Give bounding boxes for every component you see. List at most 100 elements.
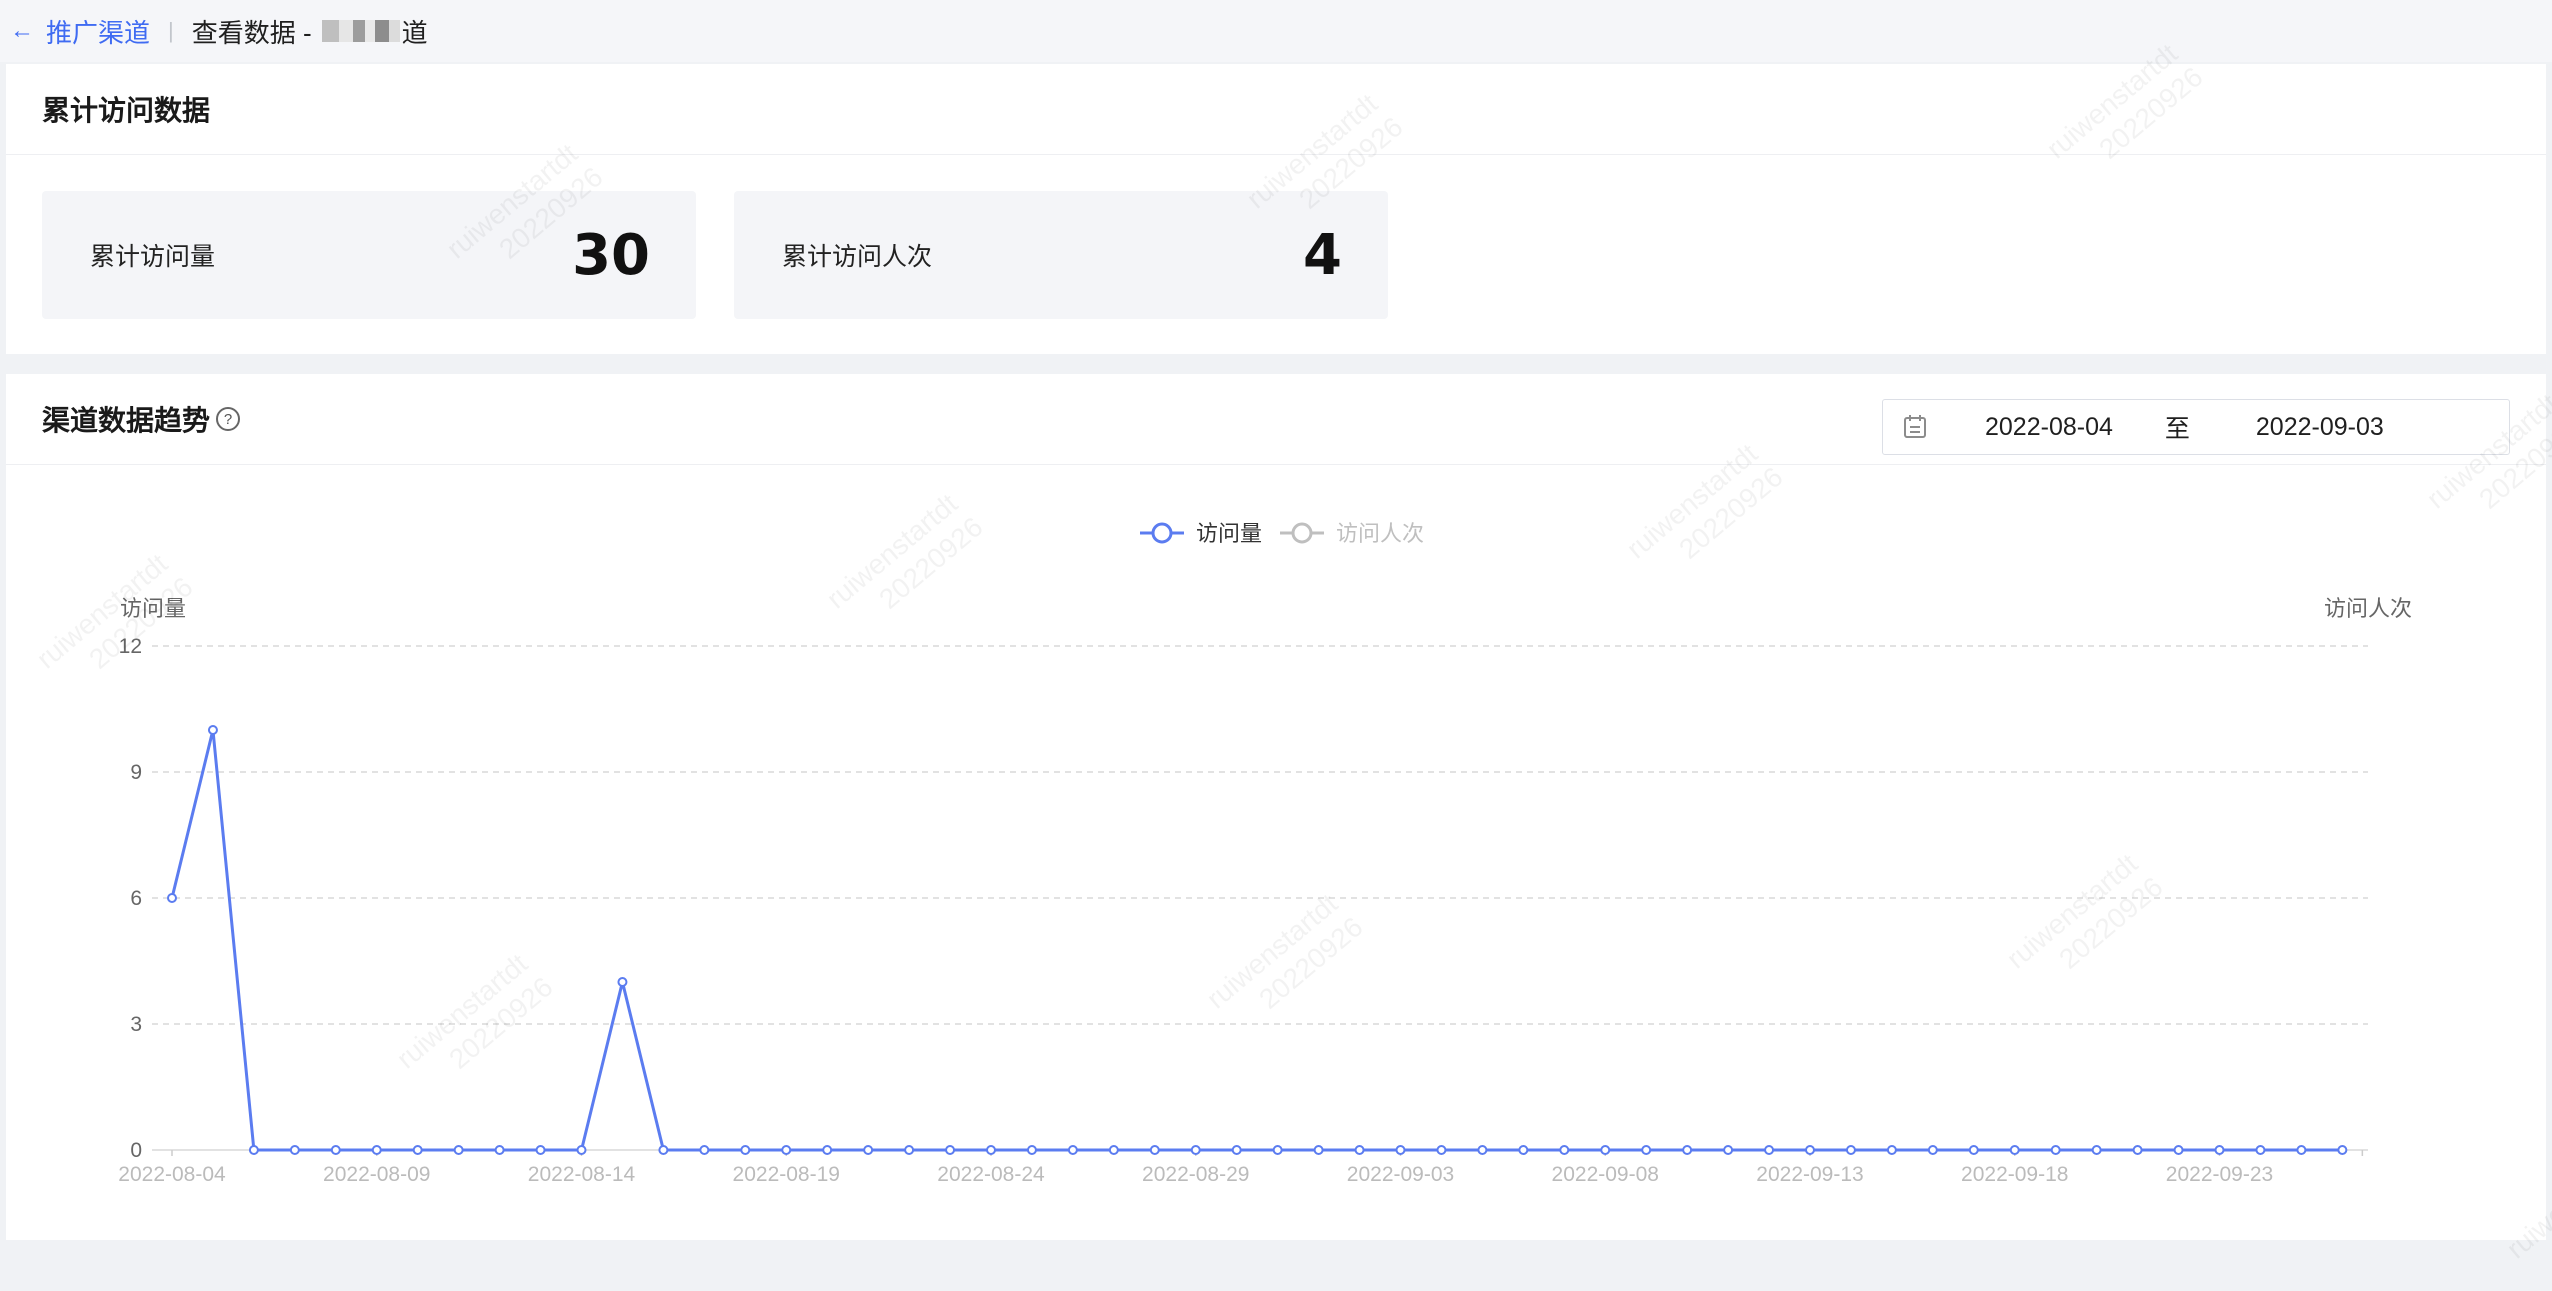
data-point: [2296, 1145, 2307, 1155]
data-point: [2050, 1145, 2061, 1155]
x-tick-label: 2022-08-09: [323, 1163, 430, 1186]
x-tick-label: 2022-09-08: [1552, 1163, 1659, 1186]
data-point: [330, 1145, 341, 1155]
y-axis-label-left: 访问量: [120, 596, 186, 621]
data-point: [2337, 1145, 2348, 1155]
data-point: [822, 1145, 833, 1155]
data-point: [167, 893, 177, 903]
x-tick-label: 2022-08-14: [528, 1163, 636, 1186]
x-tick-label: 2022-09-23: [2166, 1163, 2273, 1186]
calendar-icon: [1904, 415, 1926, 438]
data-point: [494, 1145, 505, 1155]
x-tick-label: 2022-08-24: [937, 1163, 1045, 1186]
data-point: [1805, 1145, 1815, 1155]
stat-card-total-visitors: 累计访问人次 4: [734, 191, 1388, 319]
data-point: [658, 1145, 669, 1155]
stat-value: 30: [572, 222, 650, 288]
data-point: [2132, 1145, 2143, 1155]
data-point: [535, 1145, 546, 1155]
data-point: [1395, 1145, 1406, 1155]
trend-title: 渠道数据趋势: [42, 405, 211, 436]
y-tick-label: 3: [130, 1013, 142, 1036]
y-tick-label: 9: [130, 761, 142, 784]
data-point: [576, 1145, 587, 1155]
back-link-label: 推广渠道: [46, 17, 151, 48]
x-tick-label: 2022-08-29: [1142, 1163, 1249, 1186]
data-point: [1518, 1145, 1529, 1155]
data-point: [1026, 1145, 1037, 1155]
y-axis-label-right: 访问人次: [2324, 596, 2412, 621]
data-point: [1436, 1145, 1447, 1155]
data-point: [371, 1145, 382, 1155]
redacted-channel-name: [321, 20, 400, 42]
legend-marker: [1291, 522, 1313, 544]
x-tick-label: 2022-09-03: [1347, 1163, 1454, 1186]
data-point: [1559, 1145, 1570, 1155]
data-point: [699, 1145, 710, 1155]
data-point: [1845, 1145, 1856, 1155]
data-point: [904, 1145, 915, 1155]
question-circle-icon[interactable]: ?: [216, 407, 241, 431]
data-point: [1764, 1145, 1775, 1155]
breadcrumb: ← 推广渠道 | 查看数据 - 道: [0, 0, 2552, 62]
data-point: [781, 1145, 792, 1155]
page-title: 查看数据 - 道: [192, 13, 428, 50]
trend-chart: 访问量 访问人次 访问量 访问人次 036912 2022-08-04 2022-0…: [118, 521, 2412, 1186]
data-point: [1723, 1145, 1734, 1155]
stat-value: 4: [1303, 222, 1342, 288]
data-point: [289, 1145, 300, 1155]
data-point: [1190, 1145, 1201, 1155]
breadcrumb-separator: |: [168, 18, 174, 43]
x-tick-label: 2022-09-13: [1756, 1163, 1863, 1186]
legend-item-label: 访问人次: [1336, 521, 1424, 546]
data-point: [863, 1145, 874, 1155]
legend-item-label: 访问量: [1196, 521, 1262, 546]
data-point: [1477, 1145, 1488, 1155]
back-link[interactable]: ← 推广渠道: [10, 13, 150, 50]
x-tick-label: 2022-09-18: [1961, 1163, 2068, 1186]
data-point: [2214, 1145, 2225, 1155]
trend-panel: 渠道数据趋势 ? 2022-08-04 至 2022-09-03 访问量 访问人次…: [6, 374, 2546, 1240]
stat-label: 累计访问量: [90, 243, 216, 271]
data-point: [2173, 1145, 2184, 1155]
data-point: [248, 1145, 259, 1155]
data-point: [453, 1145, 464, 1155]
data-point: [2009, 1145, 2020, 1155]
data-point: [1968, 1145, 1979, 1155]
x-tick-label: 2022-08-04: [118, 1163, 226, 1186]
stat-label: 累计访问人次: [782, 243, 933, 271]
data-point: [1149, 1145, 1160, 1155]
series-line-visits: [170, 728, 2343, 1152]
data-point: [986, 1145, 996, 1155]
summary-title: 累计访问数据: [6, 64, 2546, 155]
data-point: [945, 1145, 956, 1155]
data-point: [207, 725, 218, 735]
legend-marker: [1151, 522, 1173, 544]
data-point: [1886, 1145, 1897, 1155]
data-point: [740, 1145, 751, 1155]
date-end-input[interactable]: 2022-09-03: [2256, 413, 2384, 442]
data-point: [1067, 1145, 1078, 1155]
date-start-input[interactable]: 2022-08-04: [1985, 413, 2113, 442]
stat-card-total-visits: 累计访问量 30: [42, 191, 696, 319]
data-point: [1108, 1145, 1119, 1155]
y-tick-label: 0: [130, 1139, 142, 1162]
x-tick-label: 2022-08-19: [733, 1163, 840, 1186]
data-point: [1682, 1145, 1693, 1155]
y-tick-label: 12: [119, 635, 142, 658]
data-point: [1354, 1145, 1365, 1155]
page-title-suffix: 道: [401, 17, 428, 48]
data-point: [2091, 1145, 2102, 1155]
date-range-separator: 至: [2164, 415, 2190, 443]
data-point: [2255, 1145, 2266, 1155]
data-point: [1272, 1145, 1283, 1155]
data-point: [412, 1145, 423, 1155]
date-range-picker[interactable]: 2022-08-04 至 2022-09-03: [1882, 399, 2510, 455]
arrow-left-icon: ←: [10, 17, 34, 44]
data-point: [1641, 1145, 1652, 1155]
summary-panel: 累计访问数据 累计访问量 30 累计访问人次 4: [6, 64, 2546, 354]
data-point: [617, 977, 628, 987]
chart-legend: 访问量 访问人次: [1140, 521, 1424, 546]
y-tick-label: 6: [130, 887, 142, 910]
page-title-prefix: 查看数据 -: [191, 17, 312, 48]
